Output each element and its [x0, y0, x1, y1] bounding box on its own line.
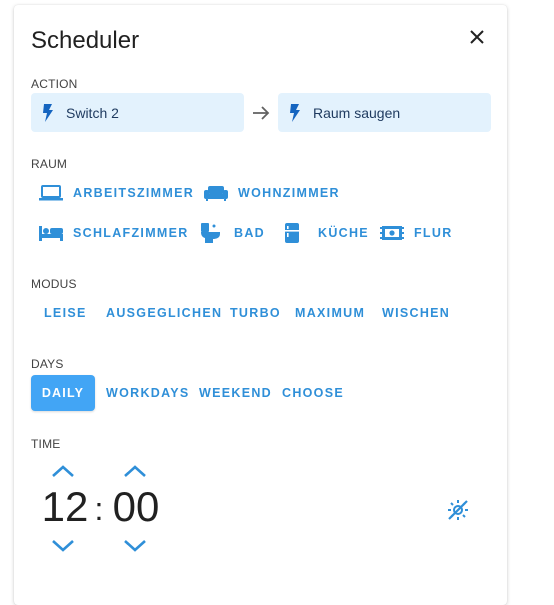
modus-option-wischen[interactable]: WISCHEN: [382, 297, 450, 329]
action-target-label: Raum saugen: [313, 104, 401, 121]
modus-option-maximum[interactable]: MAXIMUM: [295, 297, 365, 329]
days-label: DAYS: [31, 357, 64, 371]
sun-off-icon[interactable]: [446, 498, 470, 522]
raum-label: RAUM: [31, 157, 68, 171]
room-option-flur[interactable]: FLUR: [380, 217, 453, 249]
action-source-label: Switch 2: [66, 104, 119, 121]
days-option-choose[interactable]: CHOOSE: [282, 377, 344, 409]
days-option-daily[interactable]: DAILY: [31, 375, 95, 411]
room-option-bad[interactable]: BAD: [200, 217, 265, 249]
bed-icon: [39, 224, 63, 242]
modus-option-ausgeglichen[interactable]: AUSGEGLICHEN: [106, 297, 222, 329]
minutes-decrement-button[interactable]: [122, 538, 148, 554]
days-option-weekend[interactable]: WEEKEND: [199, 377, 272, 409]
dialog-title: Scheduler: [31, 27, 140, 54]
time-label: TIME: [31, 437, 61, 451]
rug-icon: [380, 224, 404, 242]
minutes-value[interactable]: 00: [108, 483, 164, 531]
arrow-right-icon: [253, 106, 270, 120]
hours-decrement-button[interactable]: [50, 538, 76, 554]
days-option-workdays[interactable]: WORKDAYS: [106, 377, 190, 409]
room-option-schlafzimmer[interactable]: SCHLAFZIMMER: [39, 217, 189, 249]
close-button[interactable]: [463, 23, 491, 51]
modus-option-turbo[interactable]: TURBO: [230, 297, 281, 329]
room-label: WOHNZIMMER: [238, 186, 340, 200]
action-source-button[interactable]: Switch 2: [31, 93, 244, 132]
hours-increment-button[interactable]: [50, 463, 76, 479]
room-label: BAD: [234, 226, 265, 240]
room-label: KÜCHE: [318, 226, 369, 240]
fridge-icon: [284, 223, 308, 243]
action-target-button[interactable]: Raum saugen: [278, 93, 491, 132]
time-separator: :: [94, 491, 104, 527]
modus-label: MODUS: [31, 277, 77, 291]
hours-value[interactable]: 12: [37, 483, 93, 531]
room-label: ARBEITSZIMMER: [73, 186, 195, 200]
room-option-arbeitszimmer[interactable]: ARBEITSZIMMER: [39, 177, 194, 209]
flash-icon: [39, 103, 57, 122]
room-label: SCHLAFZIMMER: [73, 226, 189, 240]
modus-option-leise[interactable]: LEISE: [44, 297, 87, 329]
room-label: FLUR: [414, 226, 453, 240]
room-option-wohnzimmer[interactable]: WOHNZIMMER: [204, 177, 340, 209]
sofa-icon: [204, 184, 228, 202]
laptop-icon: [39, 184, 63, 202]
scheduler-dialog: Scheduler ACTION Switch 2 Raum saugen RA…: [14, 5, 507, 605]
minutes-increment-button[interactable]: [122, 463, 148, 479]
action-label: ACTION: [31, 77, 78, 91]
toilet-icon: [200, 223, 224, 243]
room-option-kueche[interactable]: KÜCHE: [284, 217, 369, 249]
close-icon: [470, 30, 484, 44]
flash-icon: [286, 103, 304, 122]
